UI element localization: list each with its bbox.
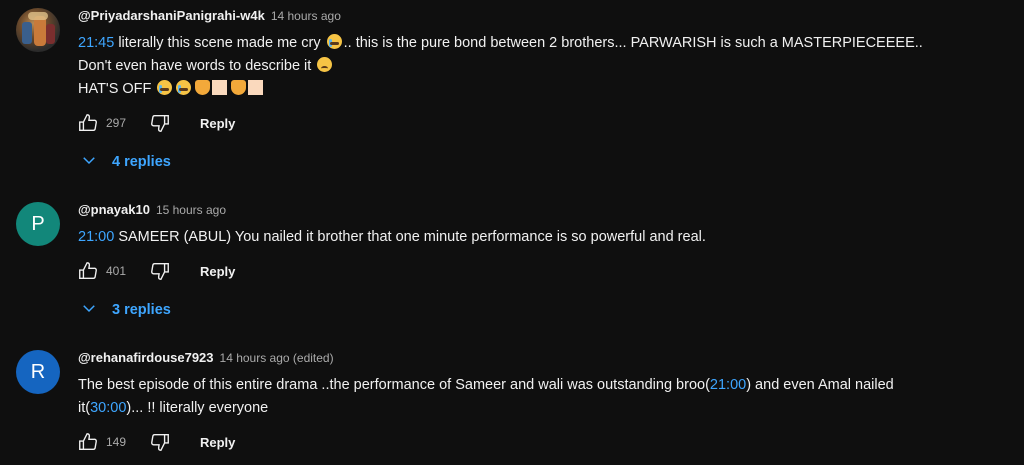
comment-actions: 401 Reply xyxy=(76,259,235,283)
comment-text-part: SAMEER (ABUL) You nailed it brother that… xyxy=(118,229,706,245)
timestamp-link[interactable]: 21:00 xyxy=(710,377,746,393)
comment-text-part: ) and even Amal nailed xyxy=(746,377,894,393)
loudly-crying-face-icon xyxy=(157,80,173,95)
timestamp-link[interactable]: 21:45 xyxy=(78,35,114,51)
sad-face-icon xyxy=(317,57,333,72)
avatar-letter: P xyxy=(31,212,45,235)
thumbs-up-icon[interactable] xyxy=(76,111,100,135)
chevron-down-icon xyxy=(80,299,98,321)
comment-header: @PriyadarshaniPanigrahi-w4k 14 hours ago xyxy=(78,8,1004,28)
skin-tone-modifier-icon xyxy=(248,80,264,95)
loudly-crying-face-icon xyxy=(326,34,342,49)
avatar[interactable]: R xyxy=(16,350,60,394)
comment-text-part: The best episode of this entire drama ..… xyxy=(78,377,710,393)
comment-body: @pnayak10 15 hours ago 21:00 SAMEER (ABU… xyxy=(78,202,1004,249)
heart-hands-icon xyxy=(231,80,247,95)
comment-text: The best episode of this entire drama ..… xyxy=(78,374,1004,420)
comment-text-part: literally this scene made me cry xyxy=(118,35,321,51)
timestamp-link[interactable]: 30:00 xyxy=(90,400,126,416)
timestamp-link[interactable]: 21:00 xyxy=(78,229,114,245)
comment-actions: 149 Reply xyxy=(76,430,235,454)
view-replies-button[interactable]: 3 replies xyxy=(80,298,171,322)
thumbs-up-icon[interactable] xyxy=(76,430,100,454)
thumbs-down-icon[interactable] xyxy=(148,259,172,283)
chevron-down-icon xyxy=(80,151,98,173)
comment-author[interactable]: @pnayak10 xyxy=(78,202,150,217)
thumbs-down-icon[interactable] xyxy=(148,111,172,135)
comment-text: 21:00 SAMEER (ABUL) You nailed it brothe… xyxy=(78,226,1004,249)
comment-body: @PriyadarshaniPanigrahi-w4k 14 hours ago… xyxy=(78,8,1004,101)
comment-time[interactable]: 15 hours ago xyxy=(156,203,226,217)
heart-hands-icon xyxy=(195,80,211,95)
comment-time[interactable]: 14 hours ago xyxy=(271,9,341,23)
comment-text-part: it( xyxy=(78,400,91,416)
reply-button[interactable]: Reply xyxy=(200,435,235,450)
like-count: 401 xyxy=(106,264,127,278)
avatar[interactable] xyxy=(16,8,60,52)
comments-section: @PriyadarshaniPanigrahi-w4k 14 hours ago… xyxy=(0,0,1024,465)
comment-header: @rehanafirdouse7923 14 hours ago (edited… xyxy=(78,350,1004,370)
comment-time[interactable]: 14 hours ago (edited) xyxy=(220,351,334,365)
comment-author[interactable]: @rehanafirdouse7923 xyxy=(78,350,214,365)
reply-button[interactable]: Reply xyxy=(200,116,235,131)
reply-button[interactable]: Reply xyxy=(200,264,235,279)
thumbs-up-icon[interactable] xyxy=(76,259,100,283)
comment-author[interactable]: @PriyadarshaniPanigrahi-w4k xyxy=(78,8,265,23)
like-count: 149 xyxy=(106,435,127,449)
comment-actions: 297 Reply xyxy=(76,111,235,135)
like-count: 297 xyxy=(106,116,127,130)
avatar-letter: R xyxy=(30,360,46,383)
replies-count-label: 4 replies xyxy=(112,154,171,170)
avatar[interactable]: P xyxy=(16,202,60,246)
comment-text: 21:45 literally this scene made me cry .… xyxy=(78,32,1004,101)
thumbs-down-icon[interactable] xyxy=(148,430,172,454)
comment-body: @rehanafirdouse7923 14 hours ago (edited… xyxy=(78,350,1004,420)
comment-text-part: Don't even have words to describe it xyxy=(78,58,312,74)
view-replies-button[interactable]: 4 replies xyxy=(80,150,171,174)
loudly-crying-face-icon xyxy=(176,80,192,95)
skin-tone-modifier-icon xyxy=(212,80,228,95)
comment-header: @pnayak10 15 hours ago xyxy=(78,202,1004,222)
comment-text-part: .. this is the pure bond between 2 broth… xyxy=(343,35,923,51)
comment-text-part: HAT'S OFF xyxy=(78,81,152,97)
comment-text-part: )... !! literally everyone xyxy=(126,400,269,416)
replies-count-label: 3 replies xyxy=(112,302,171,318)
